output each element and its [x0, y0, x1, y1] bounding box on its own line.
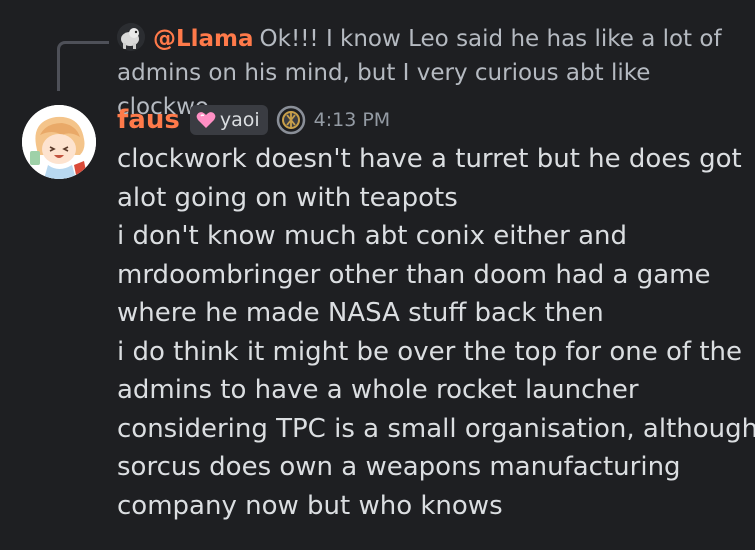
reply-connector [57, 41, 109, 91]
message-line: mrdoombringer other than doom had a game [117, 259, 711, 290]
message-line: clockwork doesn't have a turret but he d… [117, 144, 742, 174]
message-line: where he made NASA stuff back then [117, 298, 604, 328]
message-line: i don't know much abt conix either and [117, 221, 628, 251]
message-header: faus yaoi 4:13 PM [117, 100, 390, 140]
message-line: admins to have a whole rocket launcher [117, 375, 639, 405]
server-tag-label: yaoi [219, 109, 260, 131]
timestamp: 4:13 PM [313, 109, 391, 131]
message-line: sorcus does own a weapons manufacturing [117, 452, 681, 482]
message-line: considering TPC is a small organisation,… [117, 413, 755, 444]
user-avatar-icon[interactable] [22, 105, 96, 179]
reply-avatar-icon[interactable] [117, 23, 145, 51]
pink-heart-icon [196, 112, 216, 128]
message-line: alot going on with teapots [117, 182, 458, 213]
chat-message: @Llama Ok!!! I know Leo said he has like … [0, 0, 755, 550]
message-content: clockwork doesn't have a turret but he d… [117, 140, 755, 525]
message-line: company now but who knows [117, 490, 503, 521]
message-line: i do think it might be over the top for … [117, 336, 743, 367]
reply-author-name[interactable]: @Llama [153, 26, 254, 52]
author-name[interactable]: faus [117, 105, 180, 135]
server-tag[interactable]: yaoi [189, 105, 268, 135]
server-badge-icon[interactable] [276, 105, 306, 135]
